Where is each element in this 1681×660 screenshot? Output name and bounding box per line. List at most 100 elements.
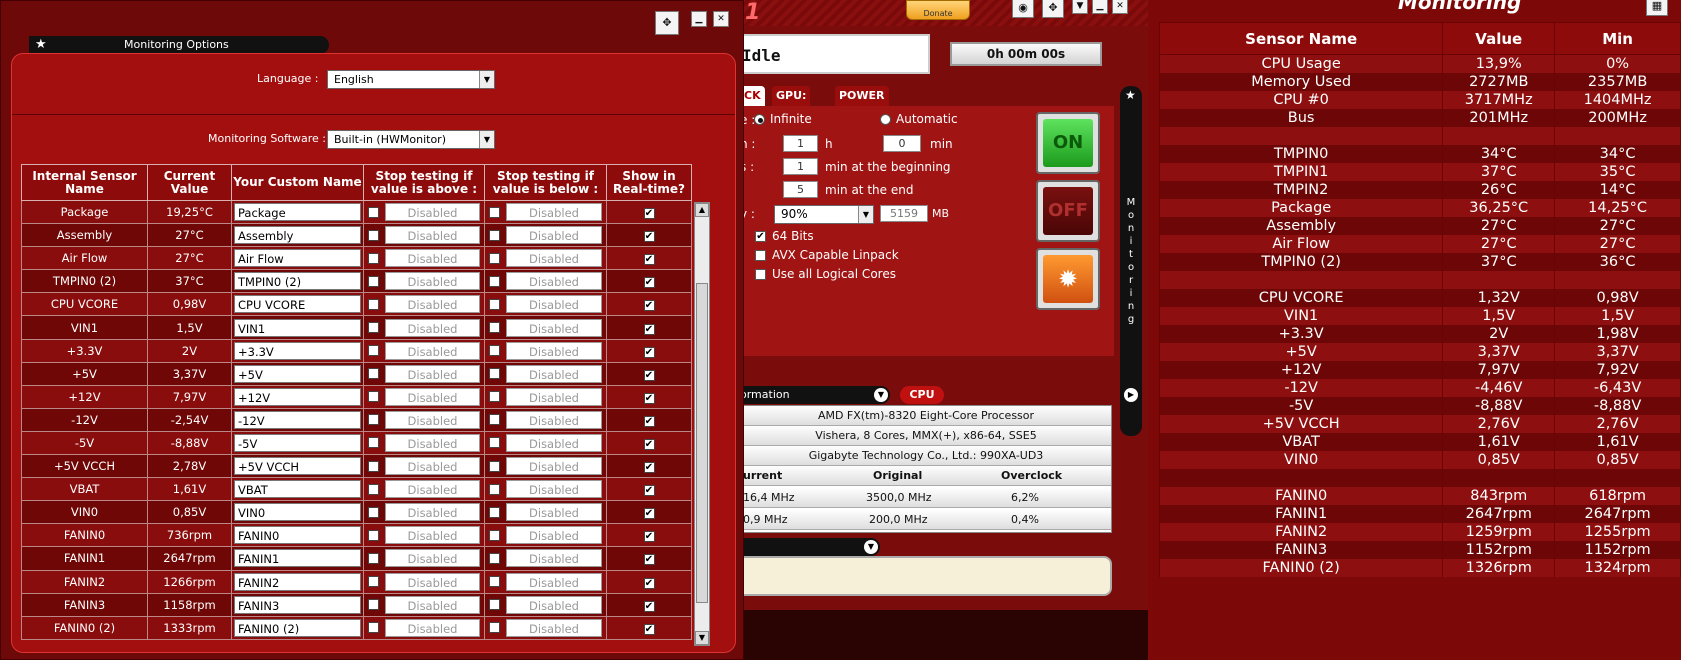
- show-realtime-checkbox[interactable]: ✔: [643, 577, 655, 589]
- stop-above-checkbox[interactable]: [368, 252, 379, 264]
- show-realtime-checkbox[interactable]: ✔: [643, 392, 655, 404]
- stop-above-input[interactable]: Disabled: [385, 295, 480, 314]
- stop-above-input[interactable]: Disabled: [385, 480, 480, 499]
- stop-below-input[interactable]: Disabled: [506, 203, 602, 222]
- custom-name-input[interactable]: +12V: [234, 387, 361, 406]
- move-icon[interactable]: ✥: [1042, 0, 1064, 18]
- memory-mb-input[interactable]: 5159: [880, 205, 928, 222]
- stop-below-checkbox[interactable]: [489, 322, 500, 334]
- stop-above-checkbox[interactable]: [368, 437, 379, 449]
- stop-below-input[interactable]: Disabled: [506, 526, 602, 545]
- stop-below-checkbox[interactable]: [489, 622, 500, 634]
- stop-above-input[interactable]: Disabled: [385, 503, 480, 522]
- stop-below-checkbox[interactable]: [489, 576, 500, 588]
- stop-below-input[interactable]: Disabled: [506, 226, 602, 245]
- custom-name-input[interactable]: TMPIN0 (2): [234, 272, 361, 291]
- show-realtime-checkbox[interactable]: ✔: [643, 554, 655, 566]
- stop-above-checkbox[interactable]: [368, 414, 379, 426]
- show-realtime-checkbox[interactable]: ✔: [643, 300, 655, 312]
- scroll-up-icon[interactable]: ▲: [695, 203, 709, 217]
- show-realtime-checkbox[interactable]: ✔: [643, 600, 655, 612]
- custom-name-input[interactable]: VIN0: [234, 503, 361, 522]
- custom-name-input[interactable]: FANIN3: [234, 595, 361, 614]
- stop-above-checkbox[interactable]: [368, 529, 379, 541]
- stop-below-checkbox[interactable]: [489, 298, 500, 310]
- start-minutes-input[interactable]: 1: [783, 158, 818, 175]
- show-realtime-checkbox[interactable]: ✔: [643, 323, 655, 335]
- show-realtime-checkbox[interactable]: ✔: [643, 438, 655, 450]
- stop-below-input[interactable]: Disabled: [506, 364, 602, 383]
- stop-above-input[interactable]: Disabled: [385, 249, 480, 268]
- screenshot-icon[interactable]: ◉: [1012, 0, 1034, 18]
- stop-above-checkbox[interactable]: [368, 460, 379, 472]
- stop-above-input[interactable]: Disabled: [385, 387, 480, 406]
- stop-above-checkbox[interactable]: [368, 576, 379, 588]
- stop-below-checkbox[interactable]: [489, 345, 500, 357]
- stop-below-input[interactable]: Disabled: [506, 295, 602, 314]
- stop-below-input[interactable]: Disabled: [506, 503, 602, 522]
- stop-above-input[interactable]: Disabled: [385, 364, 480, 383]
- menu-dropdown-icon[interactable]: ▼: [1072, 0, 1088, 14]
- stop-above-checkbox[interactable]: [368, 506, 379, 518]
- stop-below-checkbox[interactable]: [489, 368, 500, 380]
- monitoring-side-strip[interactable]: ★ Monitoring ▶: [1120, 86, 1142, 436]
- show-realtime-checkbox[interactable]: ✔: [643, 485, 655, 497]
- stop-below-input[interactable]: Disabled: [506, 549, 602, 568]
- settings-button[interactable]: ✹: [1036, 248, 1100, 310]
- language-select[interactable]: English ▼: [327, 70, 495, 89]
- custom-name-input[interactable]: Assembly: [234, 226, 361, 245]
- stop-above-checkbox[interactable]: [368, 599, 379, 611]
- custom-name-input[interactable]: -12V: [234, 410, 361, 429]
- stop-above-checkbox[interactable]: [368, 345, 379, 357]
- stop-below-input[interactable]: Disabled: [506, 272, 602, 291]
- custom-name-input[interactable]: -5V: [234, 433, 361, 452]
- stop-below-checkbox[interactable]: [489, 460, 500, 472]
- stop-below-checkbox[interactable]: [489, 229, 500, 241]
- memory-percent-select[interactable]: 90% ▼: [774, 205, 874, 224]
- stop-below-checkbox[interactable]: [489, 252, 500, 264]
- custom-name-input[interactable]: FANIN1: [234, 549, 361, 568]
- custom-name-input[interactable]: +5V: [234, 364, 361, 383]
- stop-above-checkbox[interactable]: [368, 229, 379, 241]
- stop-below-input[interactable]: Disabled: [506, 433, 602, 452]
- show-realtime-checkbox[interactable]: ✔: [643, 346, 655, 358]
- custom-name-input[interactable]: FANIN0 (2): [234, 618, 361, 637]
- custom-name-input[interactable]: +3.3V: [234, 341, 361, 360]
- stop-above-input[interactable]: Disabled: [385, 410, 480, 429]
- stop-below-input[interactable]: Disabled: [506, 387, 602, 406]
- stop-above-checkbox[interactable]: [368, 368, 379, 380]
- scroll-down-icon[interactable]: ▼: [695, 631, 709, 645]
- infinite-radio[interactable]: [754, 114, 765, 125]
- stop-above-checkbox[interactable]: [368, 552, 379, 564]
- show-realtime-checkbox[interactable]: ✔: [643, 231, 655, 243]
- minimize-icon[interactable]: ▁: [691, 11, 707, 27]
- close-icon[interactable]: ✕: [1112, 0, 1128, 14]
- stop-below-checkbox[interactable]: [489, 552, 500, 564]
- stop-below-input[interactable]: Disabled: [506, 457, 602, 476]
- show-realtime-checkbox[interactable]: ✔: [643, 208, 655, 220]
- paypal-donate-button[interactable]: Donate: [906, 0, 970, 20]
- stop-below-checkbox[interactable]: [489, 391, 500, 403]
- custom-name-input[interactable]: FANIN2: [234, 572, 361, 591]
- show-realtime-checkbox[interactable]: ✔: [643, 623, 655, 635]
- custom-name-input[interactable]: FANIN0: [234, 526, 361, 545]
- custom-name-input[interactable]: Air Flow: [234, 249, 361, 268]
- custom-name-input[interactable]: VBAT: [234, 480, 361, 499]
- stop-above-checkbox[interactable]: [368, 275, 379, 287]
- stop-below-input[interactable]: Disabled: [506, 410, 602, 429]
- move-icon[interactable]: ✥: [655, 11, 679, 35]
- stop-below-checkbox[interactable]: [489, 414, 500, 426]
- logical-cores-checkbox[interactable]: [755, 269, 766, 280]
- stop-below-input[interactable]: Disabled: [506, 572, 602, 591]
- end-minutes-input[interactable]: 5: [783, 181, 818, 198]
- start-button[interactable]: ON: [1036, 112, 1100, 174]
- stop-above-checkbox[interactable]: [368, 206, 379, 218]
- minimize-icon[interactable]: ▁: [1092, 0, 1108, 14]
- stop-below-checkbox[interactable]: [489, 437, 500, 449]
- stop-below-input[interactable]: Disabled: [506, 618, 602, 637]
- custom-name-input[interactable]: Package: [234, 203, 361, 222]
- stop-above-checkbox[interactable]: [368, 298, 379, 310]
- stop-below-checkbox[interactable]: [489, 483, 500, 495]
- table-icon[interactable]: ▦: [1646, 0, 1668, 16]
- avx-checkbox[interactable]: [755, 250, 766, 261]
